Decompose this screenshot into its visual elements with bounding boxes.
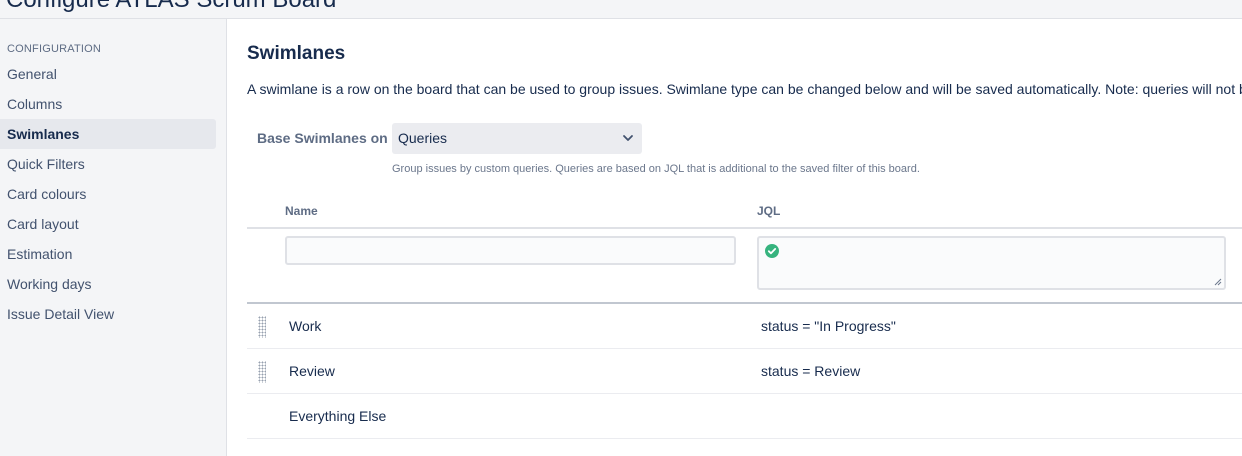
table-row[interactable]: Everything Else — [247, 394, 1242, 439]
column-header-jql: JQL — [757, 204, 781, 218]
sidebar: CONFIGURATION General Columns Swimlanes … — [0, 19, 227, 456]
resize-handle-icon[interactable] — [1214, 278, 1222, 286]
table-row[interactable]: Review status = Review — [247, 349, 1242, 394]
row-jql[interactable]: status = "In Progress" — [761, 318, 896, 334]
sidebar-item-card-layout[interactable]: Card layout — [0, 209, 216, 239]
new-swimlane-jql-input[interactable] — [757, 236, 1226, 290]
sidebar-item-columns[interactable]: Columns — [0, 89, 216, 119]
description-text: A swimlane is a row on the board that ca… — [247, 81, 1242, 97]
base-swimlanes-value: Queries — [398, 130, 448, 146]
column-header-name: Name — [285, 204, 318, 218]
sidebar-item-estimation[interactable]: Estimation — [0, 239, 216, 269]
row-name[interactable]: Work — [289, 318, 321, 334]
drag-handle-icon[interactable] — [258, 361, 266, 383]
chevron-down-icon — [623, 135, 633, 141]
header-divider — [247, 227, 1242, 229]
section-title: Swimlanes — [247, 43, 346, 64]
sidebar-item-issue-detail-view[interactable]: Issue Detail View — [0, 299, 216, 329]
sidebar-item-working-days[interactable]: Working days — [0, 269, 216, 299]
table-row[interactable]: Work status = "In Progress" — [247, 304, 1242, 349]
sidebar-heading: CONFIGURATION — [7, 43, 102, 55]
drag-handle-icon[interactable] — [258, 316, 266, 338]
sidebar-item-swimlanes[interactable]: Swimlanes — [0, 119, 216, 149]
base-swimlanes-label: Base Swimlanes on — [257, 130, 388, 146]
row-name[interactable]: Everything Else — [289, 408, 386, 424]
sidebar-item-card-colours[interactable]: Card colours — [0, 179, 216, 209]
check-circle-icon — [765, 244, 779, 258]
new-swimlane-name-input[interactable] — [285, 236, 736, 265]
top-bar: Configure ATLAS Scrum Board — [0, 0, 1242, 19]
row-jql[interactable]: status = Review — [761, 363, 860, 379]
helper-text: Group issues by custom queries. Queries … — [392, 163, 920, 175]
main-content: Swimlanes A swimlane is a row on the boa… — [227, 19, 1242, 456]
sidebar-item-quick-filters[interactable]: Quick Filters — [0, 149, 216, 179]
sidebar-item-general[interactable]: General — [0, 59, 216, 89]
row-name[interactable]: Review — [289, 363, 335, 379]
page-title: Configure ATLAS Scrum Board — [6, 0, 336, 14]
base-swimlanes-select[interactable]: Queries — [392, 123, 642, 154]
